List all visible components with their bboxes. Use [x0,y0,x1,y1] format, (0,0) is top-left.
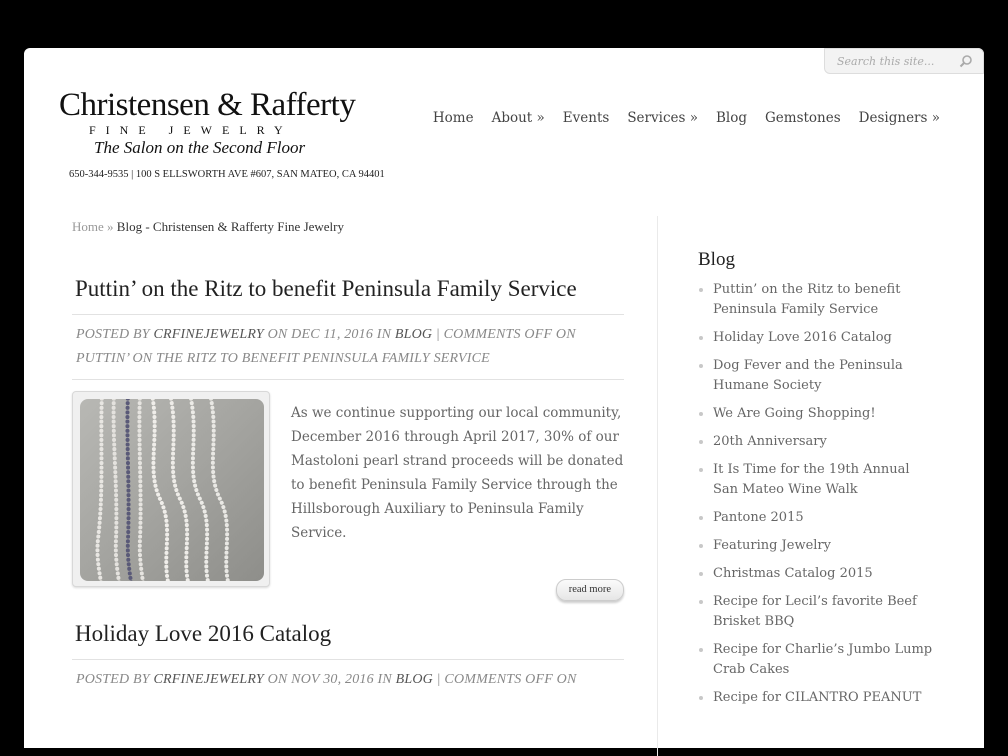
sidebar-post-link[interactable]: Holiday Love 2016 Catalog [698,328,938,348]
post-date: on Nov 30, 2016 in [267,672,392,687]
main-nav: Home About » Events Services » Blog Gems… [415,110,940,126]
post-author[interactable]: crfinejewelry [153,672,263,687]
post-author[interactable]: crfinejewelry [153,327,263,342]
page-container: Christensen & Rafferty FINE JEWELRY The … [24,48,984,756]
post-title[interactable]: Puttin’ on the Ritz to benefit Peninsula… [75,274,624,304]
sidebar-post-link[interactable]: Recipe for Lecil’s favorite Beef Brisket… [698,592,938,632]
logo-subtitle: FINE JEWELRY [89,123,293,137]
sidebar-post-link[interactable]: Dog Fever and the Peninsula Humane Socie… [698,356,938,396]
read-more-button[interactable]: read more [555,579,624,601]
logo-name: Christensen & Rafferty [59,87,356,123]
contact-address: 650-344-9535 | 100 S ELLSWORTH AVE #607,… [69,169,385,180]
pearl-strands-image [80,399,264,581]
nav-services[interactable]: Services » [627,110,698,126]
breadcrumb-home[interactable]: Home [72,219,104,234]
nav-about[interactable]: About » [492,110,545,126]
post-meta: Posted by crfinejewelry on Dec 11, 2016 … [76,323,624,371]
breadcrumb-current: Blog - Christensen & Rafferty Fine Jewel… [116,219,345,234]
post-comments: | Comments Off on [436,672,577,687]
sidebar-title: Blog [698,249,735,270]
nav-home[interactable]: Home [433,110,474,126]
logo-tagline: The Salon on the Second Floor [94,138,306,157]
post-date: on Dec 11, 2016 in [267,327,392,342]
post-thumbnail[interactable] [72,391,270,587]
nav-events[interactable]: Events [563,110,610,126]
sidebar-post-link[interactable]: Recipe for CILANTRO PEANUT [698,688,938,708]
sidebar-post-link[interactable]: Pantone 2015 [698,508,938,528]
meta-prefix: Posted by [76,327,150,342]
breadcrumb-separator: » [107,219,114,234]
sidebar-post-link[interactable]: It Is Time for the 19th Annual San Mateo… [698,460,938,500]
site-logo[interactable]: Christensen & Rafferty FINE JEWELRY The … [59,88,359,158]
sidebar-post-link[interactable]: 20th Anniversary [698,432,938,452]
sidebar-post-link[interactable]: Recipe for Charlie’s Jumbo Lump Crab Cak… [698,640,938,680]
sidebar: Blog Puttin’ on the Ritz to benefit Peni… [698,250,938,716]
divider [72,379,624,380]
sidebar-list: Puttin’ on the Ritz to benefit Peninsula… [698,280,938,708]
sidebar-post-link[interactable]: We Are Going Shopping! [698,404,938,424]
column-divider [657,216,658,756]
post-body: As we continue supporting our local comm… [72,391,624,611]
post-meta: Posted by crfinejewelry on Nov 30, 2016 … [76,668,624,692]
divider [72,659,624,660]
blog-post: Puttin’ on the Ritz to benefit Peninsula… [72,274,624,611]
post-category[interactable]: Blog [395,327,432,342]
meta-prefix: Posted by [76,672,150,687]
nav-blog[interactable]: Blog [716,110,747,126]
divider [72,314,624,315]
sidebar-post-link[interactable]: Featuring Jewelry [698,536,938,556]
nav-gemstones[interactable]: Gemstones [765,110,841,126]
post-excerpt: As we continue supporting our local comm… [291,405,624,541]
blog-post: Holiday Love 2016 Catalog Posted by crfi… [72,619,624,700]
post-title[interactable]: Holiday Love 2016 Catalog [75,619,624,649]
search-input[interactable] [825,49,957,73]
post-category[interactable]: Blog [396,672,433,687]
search-icon[interactable] [959,54,973,68]
search-box [824,48,984,74]
sidebar-post-link[interactable]: Christmas Catalog 2015 [698,564,938,584]
sidebar-post-link[interactable]: Puttin’ on the Ritz to benefit Peninsula… [698,280,938,320]
breadcrumb: Home » Blog - Christensen & Rafferty Fin… [72,219,344,235]
nav-designers[interactable]: Designers » [859,110,940,126]
